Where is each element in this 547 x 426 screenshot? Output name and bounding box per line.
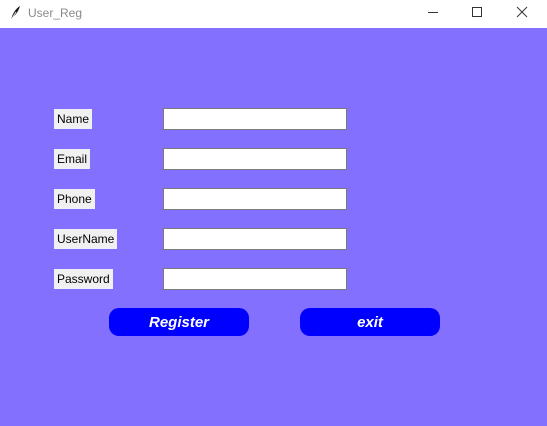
password-field[interactable]: [163, 268, 347, 290]
email-label: Email: [54, 149, 91, 169]
email-field[interactable]: [163, 148, 347, 170]
minimize-icon: [427, 5, 439, 23]
register-button[interactable]: Register: [109, 308, 249, 336]
close-button[interactable]: [500, 0, 544, 28]
phone-field[interactable]: [163, 188, 347, 210]
app-window: User_Reg Name Email Phone UserName Passw…: [0, 0, 547, 426]
name-label: Name: [54, 109, 93, 129]
maximize-icon: [471, 5, 483, 23]
close-icon: [516, 5, 528, 23]
exit-button[interactable]: exit: [300, 308, 440, 336]
feather-icon: [8, 5, 22, 21]
maximize-button[interactable]: [455, 0, 499, 28]
name-field[interactable]: [163, 108, 347, 130]
phone-label: Phone: [54, 189, 95, 209]
username-label: UserName: [54, 229, 118, 249]
window-title: User_Reg: [28, 6, 83, 20]
username-field[interactable]: [163, 228, 347, 250]
title-bar[interactable]: User_Reg: [0, 0, 547, 28]
minimize-button[interactable]: [411, 0, 455, 28]
registration-form: Name Email Phone UserName Password Regis…: [0, 28, 547, 426]
password-label: Password: [54, 269, 113, 289]
